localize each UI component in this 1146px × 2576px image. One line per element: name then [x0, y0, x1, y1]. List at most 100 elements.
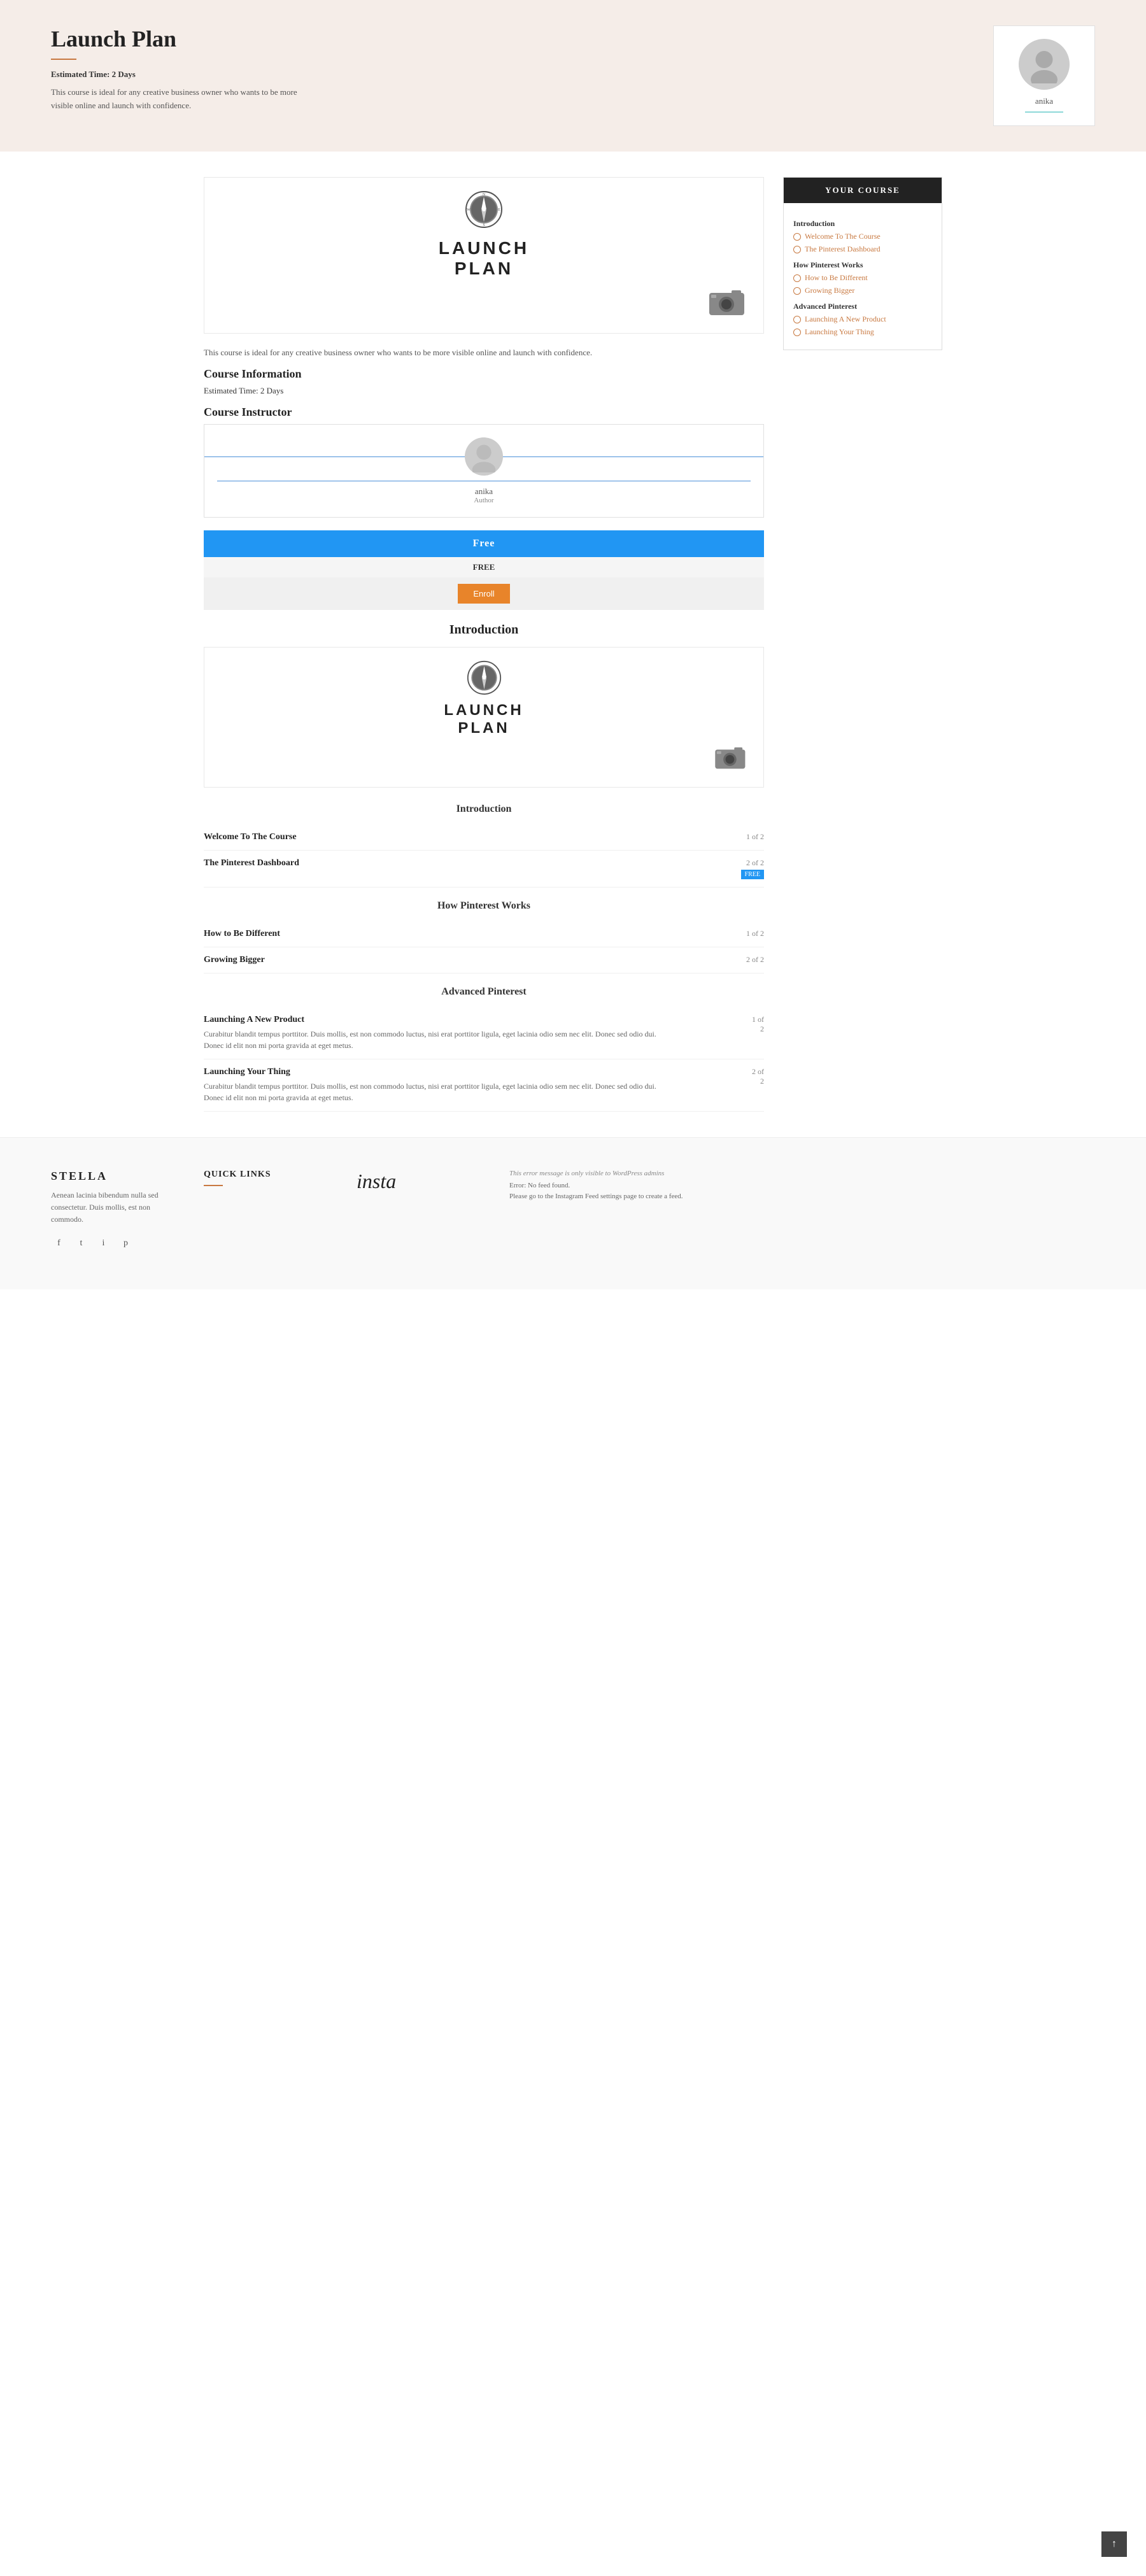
footer-error-visibility: This error message is only visible to Wo… — [509, 1170, 1095, 1177]
course-estimated-time: Estimated Time: 2 Days — [204, 386, 764, 396]
footer-error-message: Please go to the Instagram Feed settings… — [509, 1191, 1095, 1203]
footer-error-column: This error message is only visible to Wo… — [509, 1170, 1095, 1252]
lesson-group-advanced: Advanced Pinterest Launching A New Produ… — [204, 986, 764, 1112]
price-box: Free FREE Enroll — [204, 530, 764, 610]
instructor-name-text: anika — [217, 486, 751, 497]
course-info-description: This course is ideal for any creative bu… — [204, 346, 764, 360]
sidebar-section-how-pinterest: How Pinterest Works — [793, 260, 932, 270]
course-information-heading: Course Information — [204, 367, 764, 381]
sidebar-header: YOUR COURSE — [784, 178, 942, 203]
footer-brand-column: STELLA Aenean lacinia bibendum nulla sed… — [51, 1170, 178, 1252]
table-row: Welcome To The Course 1 of 2 — [204, 824, 764, 851]
compass-icon-2 — [467, 660, 502, 695]
instructor-role: Author — [217, 497, 751, 504]
svg-text:S: S — [483, 223, 485, 227]
lesson-meta-4: 2 of 2 — [746, 955, 764, 965]
circle-icon-dashboard — [793, 246, 801, 253]
lesson-title-growing-bigger: Growing Bigger — [204, 955, 265, 965]
lesson-meta-2: 2 of 2 FREE — [741, 858, 764, 879]
facebook-icon[interactable]: f — [51, 1235, 67, 1251]
hero-divider — [51, 59, 76, 60]
lesson-meta-3: 1 of 2 — [746, 929, 764, 938]
footer-grid: STELLA Aenean lacinia bibendum nulla sed… — [51, 1170, 1095, 1252]
footer-brand-text: Aenean lacinia bibendum nulla sed consec… — [51, 1189, 178, 1226]
course-preview-card-2: LAUNCH PLAN — [204, 647, 764, 788]
table-row: Growing Bigger 2 of 2 — [204, 947, 764, 973]
sidebar: YOUR COURSE Introduction Welcome To The … — [783, 177, 942, 1112]
sidebar-section-advanced: Advanced Pinterest — [793, 302, 932, 311]
instructor-section: anika Author — [204, 424, 764, 518]
hero-description: This course is ideal for any creative bu… — [51, 86, 318, 113]
lesson-title-how-different: How to Be Different — [204, 929, 280, 939]
enroll-button[interactable]: Enroll — [458, 584, 509, 604]
course-card-title: LAUNCH PLAN — [217, 238, 751, 279]
lesson-title-welcome: Welcome To The Course — [204, 832, 297, 842]
footer-col-underline — [204, 1185, 223, 1186]
hero-content: Launch Plan Estimated Time: 2 Days This … — [51, 25, 433, 113]
sidebar-card: YOUR COURSE Introduction Welcome To The … — [783, 177, 942, 350]
lesson-group-title-advanced: Advanced Pinterest — [204, 986, 764, 998]
lesson-meta-6: 2 of 2 — [748, 1067, 764, 1086]
table-row: How to Be Different 1 of 2 — [204, 921, 764, 947]
sidebar-link-your-thing[interactable]: Launching Your Thing — [793, 327, 932, 337]
hero-estimated: Estimated Time: 2 Days — [51, 69, 433, 80]
lesson-meta-5: 1 of 2 — [748, 1015, 764, 1034]
circle-icon-growing — [793, 287, 801, 295]
hero-section: Launch Plan Estimated Time: 2 Days This … — [0, 0, 1146, 152]
course-card-title-2: LAUNCH PLAN — [217, 702, 751, 737]
footer-error-title-text: Error: No feed found. — [509, 1180, 1095, 1192]
camera-icon-top — [706, 285, 751, 317]
circle-icon-different — [793, 274, 801, 282]
table-row: Launching Your Thing Curabitur blandit t… — [204, 1059, 764, 1112]
footer-social: f t i p — [51, 1235, 178, 1251]
price-free-bar: Free — [204, 530, 764, 557]
instagram-icon[interactable]: i — [96, 1235, 111, 1251]
compass-icon-top: N S W E — [465, 190, 503, 229]
avatar — [1019, 39, 1070, 90]
lesson-group-how-pinterest: How Pinterest Works How to Be Different … — [204, 900, 764, 973]
sidebar-link-dashboard[interactable]: The Pinterest Dashboard — [793, 244, 932, 254]
lesson-title-launching-product: Launching A New Product Curabitur blandi… — [204, 1015, 748, 1051]
footer-quick-links-title: QUICK LINKS — [204, 1170, 331, 1180]
sidebar-link-welcome[interactable]: Welcome To The Course — [793, 232, 932, 241]
circle-icon-welcome — [793, 233, 801, 241]
svg-text:W: W — [467, 208, 470, 212]
lesson-title-launching-thing: Launching Your Thing Curabitur blandit t… — [204, 1067, 748, 1103]
sidebar-link-different[interactable]: How to Be Different — [793, 273, 932, 283]
lesson-groups: Introduction Welcome To The Course 1 of … — [204, 803, 764, 1112]
sidebar-link-growing[interactable]: Growing Bigger — [793, 286, 932, 295]
sidebar-link-new-product[interactable]: Launching A New Product — [793, 315, 932, 324]
insta-title: insta — [357, 1170, 396, 1192]
hero-instructor-card: anika — [993, 25, 1095, 126]
instructor-avatar — [465, 437, 503, 476]
sidebar-section-introduction: Introduction — [793, 219, 932, 229]
sidebar-content: Introduction Welcome To The Course The P… — [784, 203, 942, 350]
instructor-underline — [1025, 111, 1063, 113]
circle-icon-new-product — [793, 316, 801, 323]
lesson-group-title-introduction: Introduction — [204, 803, 764, 815]
lesson-group-introduction: Introduction Welcome To The Course 1 of … — [204, 803, 764, 888]
main-wrapper: N S W E LAUNCH PLAN Th — [191, 152, 955, 1137]
footer: STELLA Aenean lacinia bibendum nulla sed… — [0, 1137, 1146, 1290]
enroll-btn-wrap: Enroll — [204, 577, 764, 610]
table-row: The Pinterest Dashboard 2 of 2 FREE — [204, 851, 764, 888]
hero-title: Launch Plan — [51, 25, 433, 52]
back-to-top-button[interactable]: ↑ — [1101, 2531, 1127, 2557]
twitter-icon[interactable]: t — [73, 1235, 89, 1251]
course-instructor-heading: Course Instructor — [204, 406, 764, 419]
footer-brand-title: STELLA — [51, 1170, 178, 1183]
instructor-name: anika — [1035, 96, 1053, 106]
camera-icon-2 — [712, 742, 751, 771]
table-row: Launching A New Product Curabitur blandi… — [204, 1007, 764, 1059]
lesson-meta-1: 1 of 2 — [746, 832, 764, 842]
price-free-label: FREE — [204, 557, 764, 577]
course-preview-card-top: N S W E LAUNCH PLAN — [204, 177, 764, 334]
svg-text:N: N — [483, 193, 486, 197]
main-column: N S W E LAUNCH PLAN Th — [204, 177, 764, 1112]
footer-insta-column: insta — [357, 1170, 484, 1252]
footer-quick-links: QUICK LINKS — [204, 1170, 331, 1252]
free-badge: FREE — [741, 870, 764, 879]
lesson-group-title-how-pinterest: How Pinterest Works — [204, 900, 764, 912]
pinterest-icon[interactable]: p — [118, 1235, 134, 1251]
lesson-title-pinterest-dashboard: The Pinterest Dashboard — [204, 858, 299, 868]
